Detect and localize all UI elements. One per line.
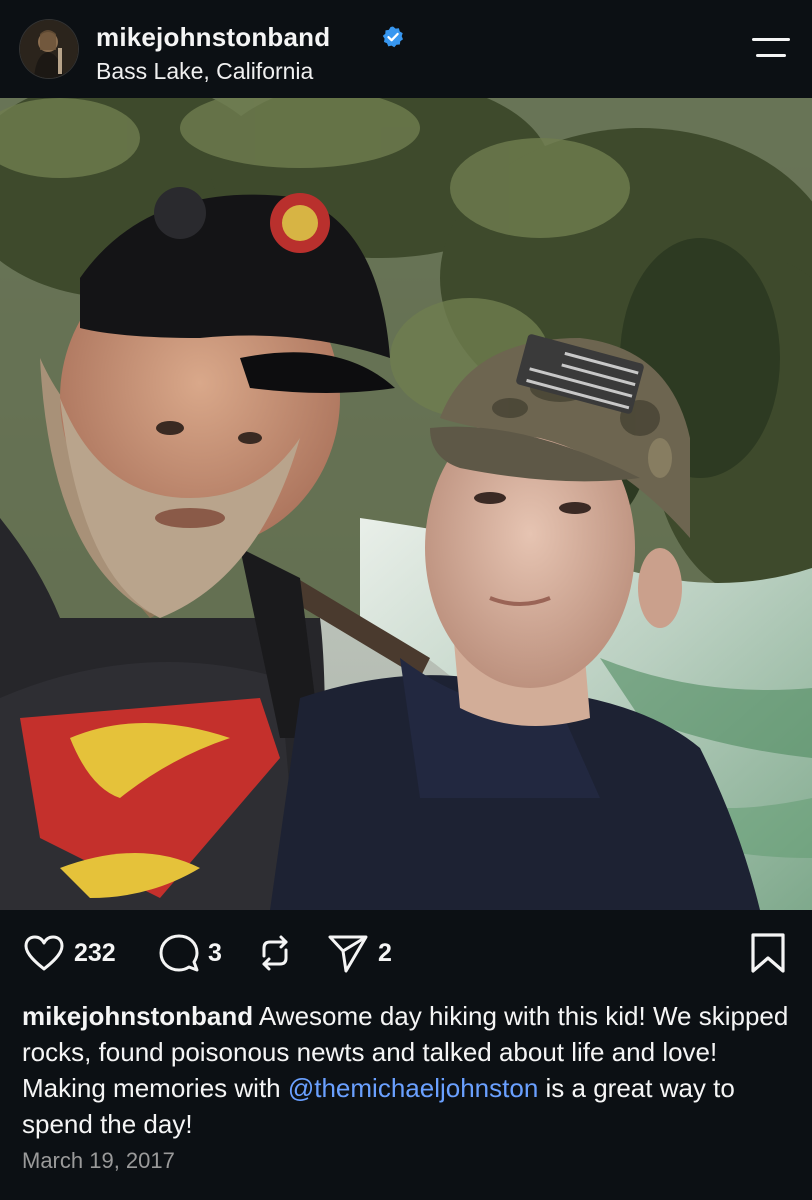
profile-avatar[interactable]: [20, 20, 78, 78]
comment-count: 3: [208, 938, 222, 967]
share-button[interactable]: 2: [326, 918, 392, 988]
post-photo[interactable]: [0, 98, 812, 910]
heart-icon: [24, 935, 64, 971]
comment-icon: [159, 934, 199, 972]
verified-badge-icon: [382, 26, 403, 48]
share-icon: [328, 935, 368, 973]
share-count: 2: [378, 938, 392, 967]
bookmark-icon: [751, 933, 785, 973]
caption-username[interactable]: mikejohnstonband: [22, 1001, 253, 1031]
save-button[interactable]: [748, 918, 788, 988]
caption-mention[interactable]: @themichaeljohnston: [288, 1073, 538, 1103]
comment-button[interactable]: 3: [158, 918, 222, 988]
action-bar: 232 3 2: [0, 918, 812, 988]
menu-icon[interactable]: [752, 38, 790, 62]
like-button[interactable]: 232: [22, 918, 116, 988]
post-caption: mikejohnstonband Awesome day hiking with…: [22, 998, 794, 1142]
username[interactable]: mikejohnstonband: [96, 22, 330, 53]
post-date: March 19, 2017: [22, 1148, 175, 1173]
post-header: mikejohnstonband Bass Lake, California: [0, 0, 812, 98]
like-count: 232: [74, 938, 116, 967]
post-location[interactable]: Bass Lake, California: [96, 58, 313, 85]
repost-button[interactable]: [254, 918, 296, 988]
repost-icon: [262, 935, 288, 971]
